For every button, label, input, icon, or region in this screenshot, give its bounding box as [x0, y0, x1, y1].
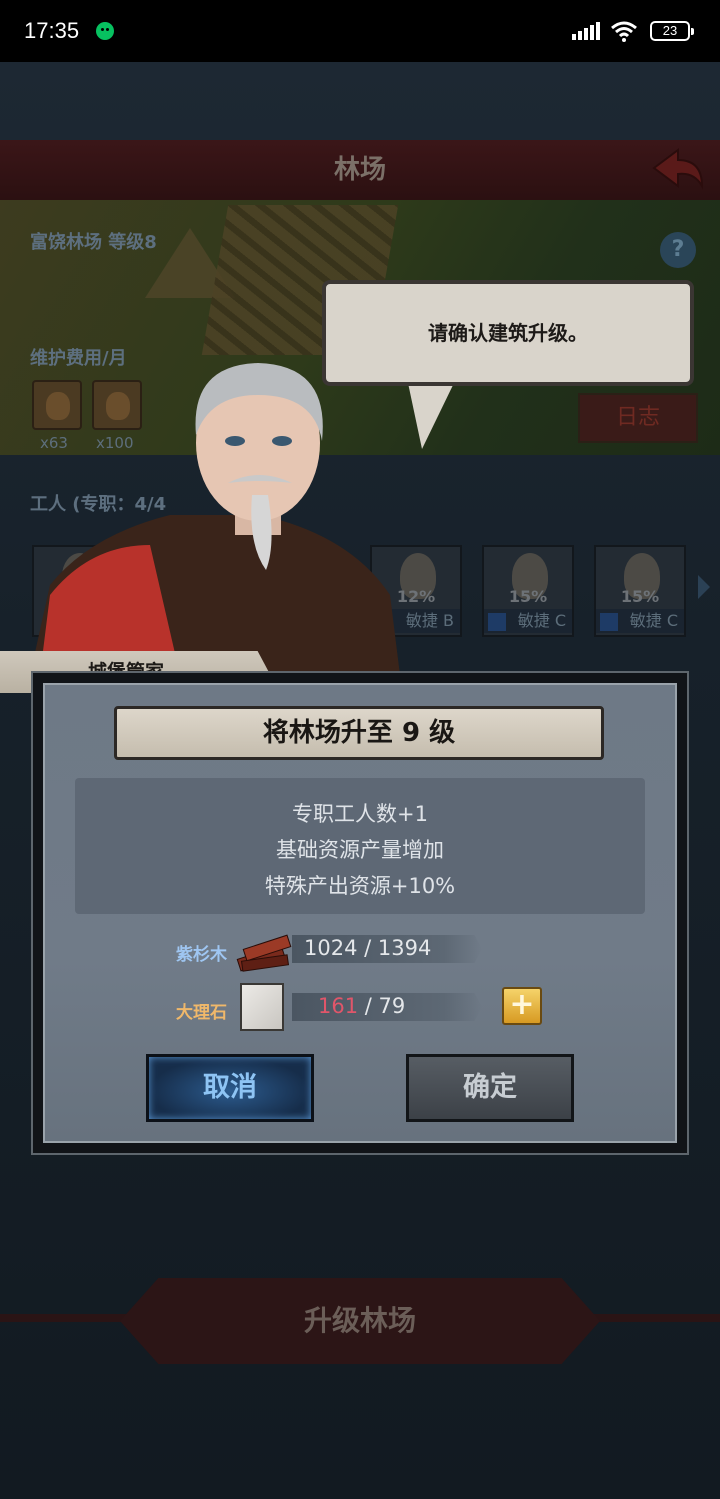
- sword-icon: [488, 613, 506, 631]
- resource-amount: 161 / 79: [318, 994, 406, 1018]
- benefit-line: 特殊产出资源+10%: [264, 874, 456, 898]
- worker-percent: 15%: [620, 587, 660, 606]
- worker-slot[interactable]: 15% 敏捷 C: [594, 545, 686, 637]
- resource-have: 161: [318, 994, 359, 1018]
- worker-slot[interactable]: 15% 敏捷 C: [482, 545, 574, 637]
- sword-icon: [600, 613, 618, 631]
- resource-need: 1394: [377, 936, 432, 960]
- benefit-line: 专职工人数+1: [292, 802, 428, 826]
- confirm-button[interactable]: 确定: [406, 1054, 574, 1122]
- building-name-level: 富饶林场 等级8: [30, 232, 157, 253]
- back-arrow-icon[interactable]: [650, 146, 706, 190]
- log-button[interactable]: 日志: [578, 393, 698, 443]
- speech-bubble-tail: [408, 383, 454, 449]
- cancel-button[interactable]: 取消: [146, 1054, 314, 1122]
- marble-icon: [240, 983, 284, 1031]
- resource-name: 紫杉木: [176, 945, 227, 965]
- battery-icon: 23: [650, 21, 694, 41]
- help-icon[interactable]: ?: [660, 232, 696, 268]
- yew-wood-icon: [236, 934, 292, 972]
- add-resource-button[interactable]: +: [502, 987, 542, 1025]
- page-title: 林场: [0, 140, 720, 200]
- worker-percent: 15%: [508, 587, 548, 606]
- upgrade-lumberyard-button[interactable]: 升级林场: [120, 1278, 600, 1364]
- wechat-icon: [96, 22, 114, 40]
- wifi-icon: [611, 21, 637, 42]
- resource-name: 大理石: [176, 1003, 227, 1023]
- steward-portrait: [30, 363, 400, 675]
- status-bar: 17:35 23: [0, 0, 720, 62]
- resource-need: 79: [378, 994, 406, 1018]
- status-time: 17:35: [24, 18, 80, 43]
- benefit-line: 基础资源产量增加: [276, 838, 444, 862]
- benefits-box: 专职工人数+1 基础资源产量增加 特殊产出资源+10%: [75, 778, 645, 914]
- chevron-right-icon[interactable]: [698, 575, 710, 599]
- signal-icon: [572, 22, 600, 40]
- resource-have: 1024: [304, 936, 358, 960]
- dialog-title: 将林场升至 9 级: [114, 706, 604, 760]
- resource-amount: 1024 / 1394: [304, 936, 432, 960]
